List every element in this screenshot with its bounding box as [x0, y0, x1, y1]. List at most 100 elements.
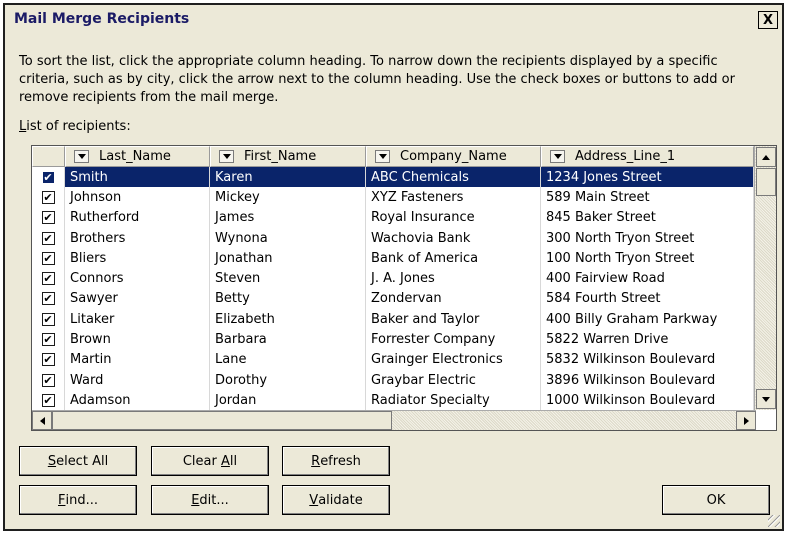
- clear-all-button[interactable]: Clear All: [151, 446, 269, 476]
- cell-first-name: Dorothy: [210, 369, 366, 391]
- cell-company-name: Radiator Specialty: [366, 390, 541, 411]
- cell-first-name: Lane: [210, 349, 366, 370]
- cell-address-line-1: 300 North Tryon Street: [541, 227, 754, 249]
- row-checkbox-cell: ✔: [32, 268, 65, 289]
- vertical-scrollbar[interactable]: [754, 146, 776, 410]
- cell-first-name: Karen: [210, 167, 366, 188]
- cell-last-name: Sawyer: [65, 288, 210, 310]
- row-checkbox-cell: ✔: [32, 309, 65, 330]
- cell-first-name: Jonathan: [210, 248, 366, 269]
- cell-first-name: Jordan: [210, 390, 366, 411]
- dialog-title: Mail Merge Recipients: [14, 11, 190, 27]
- row-checkbox[interactable]: ✔: [41, 312, 55, 326]
- horizontal-scroll-thumb[interactable]: [52, 411, 392, 430]
- table-row[interactable]: ✔ Bliers Jonathan Bank of America 100 North …: [32, 248, 754, 269]
- select-all-button[interactable]: Select All: [19, 446, 137, 476]
- row-checkbox-cell: ✔: [32, 167, 65, 188]
- column-filter-dropdown-icon[interactable]: [74, 150, 89, 163]
- cell-company-name: Forrester Company: [366, 329, 541, 350]
- cell-first-name: Betty: [210, 288, 366, 310]
- row-checkbox[interactable]: ✔: [41, 333, 55, 347]
- arrow-right-icon: [743, 416, 749, 425]
- arrow-down-icon: [762, 396, 770, 402]
- row-checkbox[interactable]: ✔: [41, 251, 55, 265]
- row-checkbox-cell: ✔: [32, 329, 65, 350]
- cell-company-name: ABC Chemicals: [366, 167, 541, 188]
- cell-last-name: Brothers: [65, 227, 210, 249]
- scroll-right-button[interactable]: [736, 411, 756, 430]
- cell-address-line-1: 400 Fairview Road: [541, 268, 754, 289]
- column-filter-dropdown-icon[interactable]: [375, 150, 390, 163]
- row-checkbox[interactable]: ✔: [41, 231, 55, 245]
- table-row[interactable]: ✔ Rutherford James Royal Insurance 845 Baker…: [32, 207, 754, 228]
- row-checkbox[interactable]: ✔: [41, 190, 55, 204]
- vertical-scroll-thumb[interactable]: [756, 168, 776, 196]
- resize-grip-icon[interactable]: [768, 515, 780, 527]
- row-checkbox-cell: ✔: [32, 369, 65, 391]
- row-checkbox[interactable]: ✔: [41, 353, 55, 367]
- cell-company-name: Zondervan: [366, 288, 541, 310]
- row-checkbox-cell: ✔: [32, 349, 65, 370]
- row-checkbox[interactable]: ✔: [41, 393, 55, 407]
- table-row[interactable]: ✔ Connors Steven J. A. Jones 400 Fairview Ro…: [32, 268, 754, 289]
- cell-address-line-1: 5822 Warren Drive: [541, 329, 754, 350]
- table-row[interactable]: ✔ Johnson Mickey XYZ Fasteners 589 Main Stre…: [32, 187, 754, 208]
- column-filter-dropdown-icon[interactable]: [219, 150, 234, 163]
- recipients-list[interactable]: Last_Name First_Name Company_Name Addres…: [31, 145, 777, 431]
- cell-first-name: Barbara: [210, 329, 366, 350]
- table-row[interactable]: ✔ Sawyer Betty Zondervan 584 Fourth Street: [32, 288, 754, 310]
- validate-button[interactable]: Validate: [282, 485, 390, 515]
- column-header-company-name[interactable]: Company_Name: [366, 146, 541, 167]
- column-header-first-name[interactable]: First_Name: [210, 146, 366, 167]
- cell-last-name: Rutherford: [65, 207, 210, 228]
- row-checkbox[interactable]: ✔: [41, 170, 55, 184]
- cell-address-line-1: 100 North Tryon Street: [541, 248, 754, 269]
- cell-address-line-1: 5832 Wilkinson Boulevard: [541, 349, 754, 370]
- cell-first-name: James: [210, 207, 366, 228]
- cell-company-name: Bank of America: [366, 248, 541, 269]
- table-row[interactable]: ✔ Adamson Jordan Radiator Specialty 1000 Wil…: [32, 390, 754, 411]
- refresh-button[interactable]: Refresh: [282, 446, 390, 476]
- cell-last-name: Martin: [65, 349, 210, 370]
- row-checkbox[interactable]: ✔: [41, 373, 55, 387]
- cell-first-name: Mickey: [210, 187, 366, 208]
- horizontal-scrollbar[interactable]: [32, 410, 756, 430]
- cell-last-name: Ward: [65, 369, 210, 391]
- table-row[interactable]: ✔ Ward Dorothy Graybar Electric 3896 Wilkins…: [32, 369, 754, 391]
- close-button[interactable]: X: [758, 11, 778, 29]
- cell-company-name: Baker and Taylor: [366, 309, 541, 330]
- cell-address-line-1: 584 Fourth Street: [541, 288, 754, 310]
- row-checkbox[interactable]: ✔: [41, 211, 55, 225]
- column-filter-dropdown-icon[interactable]: [550, 150, 565, 163]
- title-bar: Mail Merge Recipients X: [5, 5, 782, 35]
- edit-button[interactable]: Edit...: [151, 485, 269, 515]
- cell-company-name: J. A. Jones: [366, 268, 541, 289]
- row-checkbox-cell: ✔: [32, 288, 65, 310]
- row-checkbox-cell: ✔: [32, 207, 65, 228]
- scroll-left-button[interactable]: [32, 411, 52, 430]
- table-row[interactable]: ✔ Brothers Wynona Wachovia Bank 300 North Tr…: [32, 227, 754, 249]
- cell-last-name: Connors: [65, 268, 210, 289]
- mail-merge-recipients-dialog: Mail Merge Recipients X To sort the list…: [3, 3, 784, 531]
- table-row[interactable]: ✔ Brown Barbara Forrester Company 5822 Warre…: [32, 329, 754, 350]
- arrow-up-icon: [762, 154, 770, 160]
- list-rows: ✔ Smith Karen ABC Chemicals 1234 Jones Stree…: [32, 167, 754, 411]
- table-row[interactable]: ✔ Litaker Elizabeth Baker and Taylor 400 Bil…: [32, 309, 754, 330]
- row-checkbox[interactable]: ✔: [41, 292, 55, 306]
- ok-button[interactable]: OK: [662, 485, 770, 515]
- row-checkbox-cell: ✔: [32, 248, 65, 269]
- scroll-up-button[interactable]: [756, 147, 776, 167]
- column-header-check[interactable]: [32, 146, 65, 167]
- row-checkbox[interactable]: ✔: [41, 272, 55, 286]
- list-of-recipients-label: List of recipients:: [19, 119, 131, 134]
- find-button[interactable]: Find...: [19, 485, 137, 515]
- column-header-address-line-1[interactable]: Address_Line_1: [541, 146, 754, 167]
- table-row[interactable]: ✔ Martin Lane Grainger Electronics 5832 Wilk…: [32, 349, 754, 370]
- cell-last-name: Johnson: [65, 187, 210, 208]
- cell-first-name: Steven: [210, 268, 366, 289]
- close-icon: X: [762, 12, 774, 28]
- scroll-down-button[interactable]: [756, 389, 776, 409]
- column-header-last-name[interactable]: Last_Name: [65, 146, 210, 167]
- table-row[interactable]: ✔ Smith Karen ABC Chemicals 1234 Jones Stree…: [32, 167, 754, 188]
- list-header: Last_Name First_Name Company_Name Addres…: [32, 146, 754, 167]
